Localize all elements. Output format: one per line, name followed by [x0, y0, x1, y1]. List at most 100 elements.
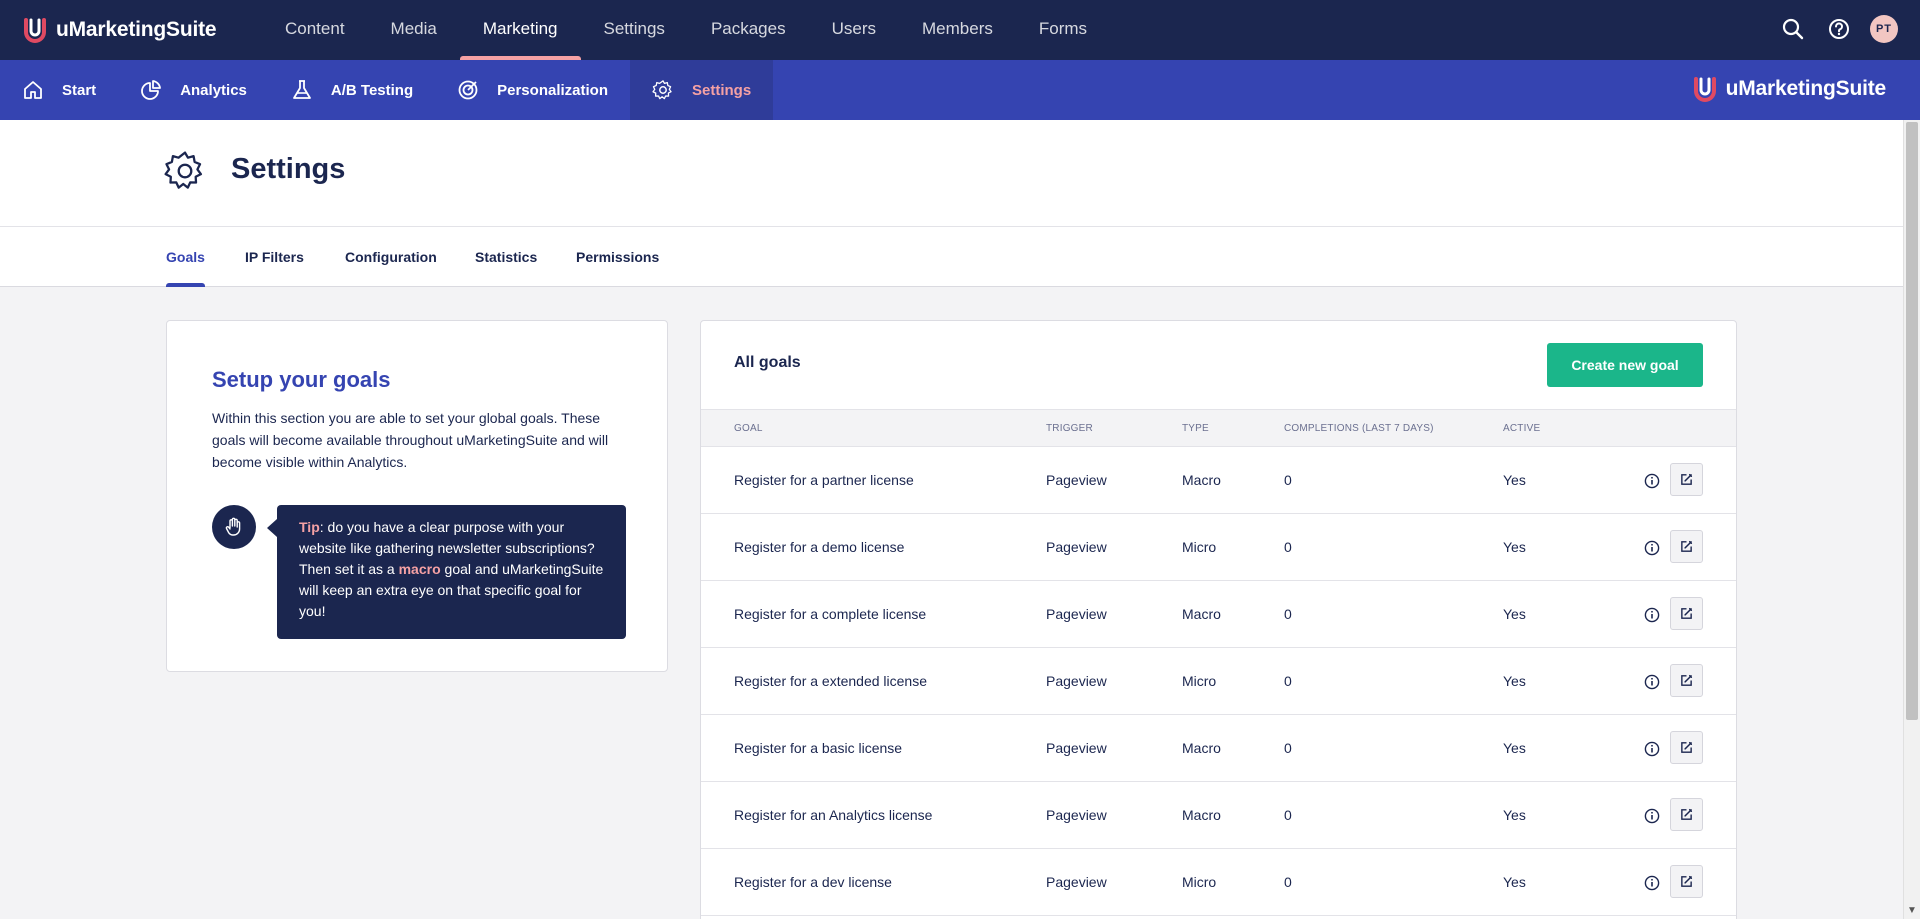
page-scrollbar[interactable]: ▼ — [1903, 120, 1920, 919]
table-row: Register for a extended license Pageview M… — [701, 648, 1736, 715]
info-icon[interactable] — [1642, 739, 1662, 759]
goal-cell: Register for a demo license — [734, 539, 905, 555]
marketing-sub-nav: Start Analytics A/B Testing Personalizat… — [0, 60, 1920, 120]
info-icon[interactable] — [1642, 471, 1662, 491]
goal-cell: Register for a complete license — [734, 606, 927, 622]
top-nav-users[interactable]: Users — [809, 0, 899, 60]
edit-icon — [1681, 808, 1693, 820]
edit-goal-button[interactable] — [1670, 798, 1703, 831]
help-icon[interactable] — [1826, 16, 1852, 42]
table-row: Register for a complete license Pageview M… — [701, 581, 1736, 648]
completions-cell: 0 — [1284, 740, 1292, 756]
column-header-goal: Goal — [734, 423, 763, 434]
top-nav-members[interactable]: Members — [899, 0, 1016, 60]
tab-statistics[interactable]: Statistics — [475, 227, 537, 287]
flask-icon — [292, 80, 311, 99]
table-row: Register for a demo license Pageview Micro… — [701, 514, 1736, 581]
create-new-goal-button[interactable]: Create new goal — [1547, 343, 1703, 387]
top-nav-packages[interactable]: Packages — [688, 0, 809, 60]
goal-cell: Register for a basic license — [734, 740, 903, 756]
info-icon[interactable] — [1642, 873, 1662, 893]
sub-nav-ab-testing-label: A/B Testing — [330, 81, 414, 99]
edit-icon — [1681, 473, 1693, 485]
page-header: Settings — [0, 120, 1903, 227]
column-header-active: Active — [1503, 423, 1541, 434]
active-cell: Yes — [1503, 874, 1526, 890]
active-cell: Yes — [1503, 472, 1526, 488]
sub-nav-start[interactable]: Start — [0, 60, 118, 120]
goal-cell: Register for a dev license — [734, 874, 892, 890]
tab-goals[interactable]: Goals — [166, 227, 205, 287]
top-nav-content[interactable]: Content — [262, 0, 368, 60]
type-cell: Micro — [1182, 874, 1217, 890]
sub-nav-analytics-label: Analytics — [180, 81, 247, 99]
tab-configuration[interactable]: Configuration — [345, 227, 437, 287]
sub-nav-personalization-label: Personalization — [497, 81, 608, 99]
edit-goal-button[interactable] — [1670, 664, 1703, 697]
trigger-cell: Pageview — [1046, 673, 1107, 689]
top-bar: uMarketingSuite Content Media Marketing … — [0, 0, 1920, 60]
goal-cell: Register for a partner license — [734, 472, 914, 488]
top-nav-settings[interactable]: Settings — [581, 0, 688, 60]
brand[interactable]: uMarketingSuite — [20, 14, 217, 46]
tab-permissions[interactable]: Permissions — [576, 227, 659, 287]
edit-goal-button[interactable] — [1670, 731, 1703, 764]
type-cell: Micro — [1182, 673, 1217, 689]
edit-icon — [1681, 875, 1693, 887]
tip-label: Tip — [299, 519, 320, 535]
scroll-down-arrow-icon[interactable]: ▼ — [1907, 905, 1917, 916]
info-text: Within this section you are able to set … — [212, 410, 609, 470]
scrollbar-thumb[interactable] — [1906, 122, 1918, 720]
table-row: Register for a partner license Pageview Ma… — [701, 447, 1736, 514]
tab-ip-filters[interactable]: IP Filters — [245, 227, 304, 287]
trigger-cell: Pageview — [1046, 539, 1107, 555]
active-cell: Yes — [1503, 606, 1526, 622]
info-icon[interactable] — [1642, 672, 1662, 692]
info-icon[interactable] — [1642, 605, 1662, 625]
edit-goal-button[interactable] — [1670, 865, 1703, 898]
goals-info-card: Setup your goals Within this section you… — [166, 320, 668, 672]
trigger-cell: Pageview — [1046, 874, 1107, 890]
sub-brand-name: uMarketingSuite — [1725, 77, 1887, 100]
avatar[interactable]: PT — [1870, 15, 1898, 43]
active-cell: Yes — [1503, 673, 1526, 689]
sub-bar-brand: uMarketingSuite — [1690, 74, 1886, 104]
trigger-cell: Pageview — [1046, 807, 1107, 823]
info-icon[interactable] — [1642, 806, 1662, 826]
top-nav-forms[interactable]: Forms — [1016, 0, 1110, 60]
tip-highlight: macro — [398, 561, 441, 577]
marketing-sub-bar: Start Analytics A/B Testing Personalizat… — [0, 60, 1920, 120]
sub-nav-analytics[interactable]: Analytics — [118, 60, 269, 120]
type-cell: Macro — [1182, 606, 1221, 622]
completions-cell: 0 — [1284, 673, 1292, 689]
sub-nav-settings[interactable]: Settings — [629, 60, 774, 120]
edit-icon — [1681, 607, 1693, 619]
type-cell: Micro — [1182, 539, 1217, 555]
completions-cell: 0 — [1284, 472, 1292, 488]
active-cell: Yes — [1503, 539, 1526, 555]
column-header-type: Type — [1182, 423, 1209, 434]
top-nav: Content Media Marketing Settings Package… — [262, 0, 1110, 60]
edit-icon — [1681, 741, 1693, 753]
type-cell: Macro — [1182, 740, 1221, 756]
top-nav-marketing[interactable]: Marketing — [459, 0, 581, 60]
all-goals-title: All goals — [734, 354, 801, 371]
edit-icon — [1681, 674, 1693, 686]
completions-cell: 0 — [1284, 606, 1292, 622]
top-right-actions: PT — [1760, 15, 1898, 43]
settings-tabs: Goals IP Filters Configuration Statistic… — [0, 227, 1903, 287]
table-row: Register for a dev license Pageview Micro 0… — [701, 849, 1736, 916]
active-cell: Yes — [1503, 740, 1526, 756]
info-icon[interactable] — [1642, 538, 1662, 558]
gear-icon — [652, 80, 672, 100]
top-nav-media[interactable]: Media — [368, 0, 460, 60]
table-row: Register for a basic license Pageview Macr… — [701, 715, 1736, 782]
pie-chart-icon — [141, 80, 162, 100]
edit-goal-button[interactable] — [1670, 530, 1703, 563]
edit-goal-button[interactable] — [1670, 597, 1703, 630]
sub-nav-ab-testing[interactable]: A/B Testing — [269, 60, 435, 120]
sub-nav-personalization[interactable]: Personalization — [435, 60, 630, 120]
completions-cell: 0 — [1284, 807, 1292, 823]
search-icon[interactable] — [1780, 16, 1806, 42]
edit-goal-button[interactable] — [1670, 463, 1703, 496]
